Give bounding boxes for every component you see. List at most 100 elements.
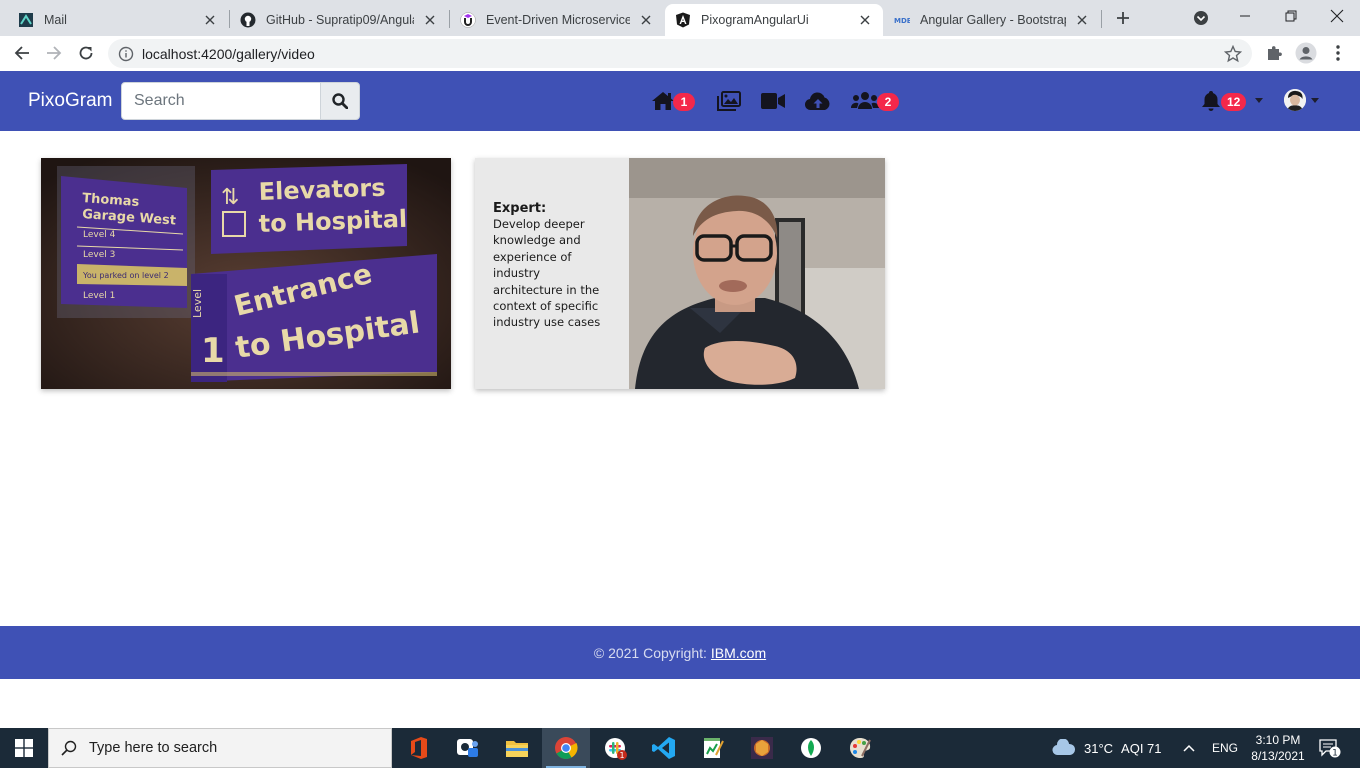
close-icon[interactable] <box>202 12 218 28</box>
taskbar-search-box[interactable]: Type here to search <box>48 728 392 768</box>
taskbar-vscode[interactable] <box>640 728 688 768</box>
tab-title: GitHub - Supratip09/Angular <box>266 13 414 27</box>
caret-down-icon[interactable] <box>1255 98 1263 103</box>
tab-github[interactable]: GitHub - Supratip09/Angular <box>230 4 448 36</box>
taskbar-mongodb[interactable] <box>787 728 835 768</box>
profile-button[interactable] <box>1294 41 1318 65</box>
upload-link[interactable] <box>805 90 831 112</box>
weather-temperature: 31°C <box>1084 740 1114 756</box>
browser-toolbar: localhost:4200/gallery/video <box>0 36 1360 71</box>
expert-heading: Expert: <box>493 201 546 216</box>
restore-icon <box>1285 10 1297 22</box>
show-hidden-icons-button[interactable] <box>1182 728 1196 768</box>
sign-elevators-line1: Elevators <box>258 174 386 206</box>
folder-icon <box>506 741 528 757</box>
users-icon <box>851 92 879 109</box>
address-bar[interactable]: localhost:4200/gallery/video <box>108 39 1252 68</box>
taskbar-chrome[interactable] <box>542 728 590 768</box>
friends-link[interactable] <box>851 90 879 112</box>
sign-level-3: Level 3 <box>83 250 115 260</box>
video-thumbnail-hospital[interactable]: Thomas Garage West Level 4 Level 3 You p… <box>41 158 451 389</box>
system-clock[interactable]: 3:10 PM 8/13/2021 <box>1246 732 1310 764</box>
weather-widget[interactable]: 31°C AQI 71 <box>1052 728 1162 768</box>
taskbar-slack[interactable]: 1 <box>591 728 639 768</box>
taskbar-paint[interactable] <box>836 728 884 768</box>
tab-title: Event-Driven Microservices, C <box>486 13 630 27</box>
search-icon <box>49 728 89 768</box>
extensions-button[interactable] <box>1262 41 1286 65</box>
expert-line: industry use cases <box>493 315 600 329</box>
close-icon[interactable] <box>1074 12 1090 28</box>
windows-logo-icon <box>15 739 33 757</box>
close-icon[interactable] <box>857 12 873 28</box>
svg-text:MDB: MDB <box>894 17 910 25</box>
caret-down-icon[interactable] <box>1311 98 1319 103</box>
arrow-left-icon <box>14 46 29 60</box>
office-icon <box>411 737 427 759</box>
user-avatar-image <box>1284 89 1306 111</box>
page-footer: © 2021 Copyright: IBM.com <box>0 626 1360 679</box>
search-button[interactable] <box>320 82 360 120</box>
browser-tab-bar: Mail GitHub - Supratip09/Angular Event-D… <box>0 0 1360 36</box>
paint-palette-icon <box>850 738 871 758</box>
tab-search-button[interactable] <box>1190 8 1212 28</box>
taskbar-teams[interactable] <box>444 728 492 768</box>
video-thumbnail-expert[interactable]: Expert: Develop deeper knowledge and exp… <box>475 158 885 389</box>
star-icon[interactable] <box>1224 45 1242 63</box>
taskbar-office[interactable] <box>395 728 443 768</box>
chevron-down-circle-icon <box>1194 11 1208 25</box>
videos-link[interactable] <box>761 90 785 112</box>
notepad-plus-icon <box>704 738 724 758</box>
account-icon <box>1295 42 1317 64</box>
taskbar-file-explorer[interactable] <box>493 728 541 768</box>
expert-line: experience of <box>493 250 572 264</box>
tab-pixogram[interactable]: PixogramAngularUi <box>665 4 883 36</box>
clock-time: 3:10 PM <box>1255 733 1301 747</box>
sign-level-4: Level 4 <box>83 230 116 240</box>
forward-button[interactable] <box>40 39 68 67</box>
language-indicator[interactable]: ENG <box>1212 728 1238 768</box>
plus-icon <box>1117 12 1129 24</box>
tab-separator <box>1101 10 1102 28</box>
close-icon[interactable] <box>422 12 438 28</box>
close-window-button[interactable] <box>1314 0 1360 32</box>
tab-mdb[interactable]: MDB Angular Gallery - Bootstrap 4 <box>884 4 1100 36</box>
game-app-icon <box>751 737 773 759</box>
tab-title: PixogramAngularUi <box>701 13 809 27</box>
action-center-button[interactable]: 1 <box>1318 728 1342 768</box>
expert-line: context of specific <box>493 299 598 313</box>
back-button[interactable] <box>8 39 36 67</box>
avatar[interactable] <box>1284 89 1306 111</box>
taskbar-game[interactable] <box>738 728 786 768</box>
new-tab-button[interactable] <box>1110 6 1136 30</box>
copyright-text: © 2021 Copyright: <box>593 644 707 661</box>
images-icon <box>717 91 741 111</box>
bell-icon <box>1202 91 1220 111</box>
search-input[interactable] <box>121 82 321 120</box>
menu-button[interactable] <box>1326 41 1350 65</box>
mdb-icon: MDB <box>894 12 910 28</box>
notification-center-icon: 1 <box>1319 739 1341 759</box>
start-button[interactable] <box>0 728 48 768</box>
clock-date: 8/13/2021 <box>1251 749 1305 763</box>
url-text: localhost:4200/gallery/video <box>142 46 315 62</box>
kebab-menu-icon <box>1336 45 1340 61</box>
home-link[interactable] <box>651 90 675 112</box>
taskbar-search-placeholder: Type here to search <box>89 740 218 756</box>
expert-line: knowledge and <box>493 233 581 247</box>
taskbar-editor[interactable] <box>689 728 737 768</box>
reload-button[interactable] <box>72 39 100 67</box>
brand-logo[interactable]: PixoGram <box>28 90 112 112</box>
gallery-link[interactable] <box>717 90 741 112</box>
tab-udemy[interactable]: Event-Driven Microservices, C <box>450 4 664 36</box>
tab-mail[interactable]: Mail <box>8 4 228 36</box>
restore-button[interactable] <box>1268 0 1314 32</box>
search-icon <box>332 93 348 109</box>
notifications-button[interactable] <box>1201 90 1221 112</box>
air-quality: AQI 71 <box>1121 740 1162 756</box>
minimize-button[interactable] <box>1222 0 1268 32</box>
ibm-link[interactable]: IBM.com <box>711 645 766 661</box>
tab-title: Mail <box>44 13 67 27</box>
reload-icon <box>79 46 93 60</box>
close-icon[interactable] <box>638 12 654 28</box>
